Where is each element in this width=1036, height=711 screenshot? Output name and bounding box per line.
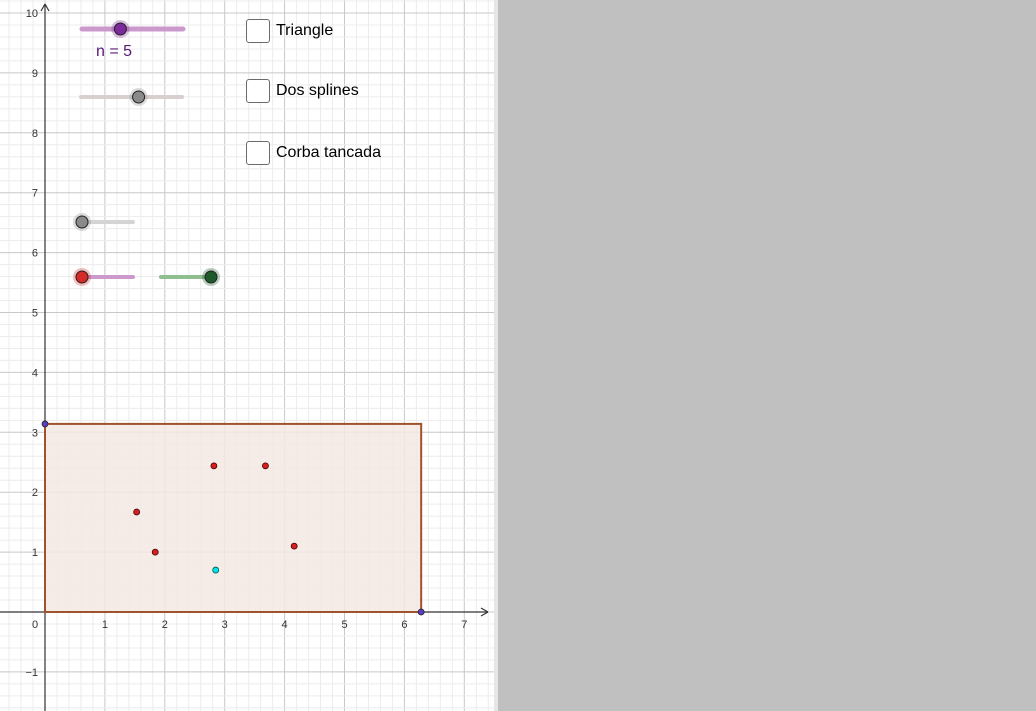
x-tick-label: 0 [32,619,38,631]
y-tick-label: 3 [32,427,38,439]
red-slider-knob[interactable] [75,270,89,284]
red-point[interactable] [262,462,269,470]
checkbox-corba-tancada[interactable]: Corba tancada [246,139,381,167]
red-point[interactable] [210,462,218,470]
checkbox-triangle[interactable]: Triangle [246,17,333,45]
corner-point[interactable] [417,608,425,616]
y-tick-label: 8 [32,128,38,140]
checkbox-triangle-box[interactable] [246,19,270,43]
checkbox-dos-splines-label[interactable]: Dos splines [276,82,359,100]
grey-slider-middle-knob[interactable] [75,215,89,229]
rectangle-region[interactable] [44,422,423,613]
coordinate-plane[interactable]: 0 1 2 3 4 5 6 7 −1 1 2 3 4 5 6 7 8 9 10 [0,0,494,711]
graphics-view[interactable]: 0 1 2 3 4 5 6 7 −1 1 2 3 4 5 6 7 8 9 10 n = 5 Triangle Dos… [0,0,494,711]
y-tick-label: 2 [32,487,38,499]
geogebra-app: 0 1 2 3 4 5 6 7 −1 1 2 3 4 5 6 7 8 9 10 n = 5 Triangle Dos… [0,0,1036,711]
checkbox-triangle-label[interactable]: Triangle [276,22,333,40]
x-tick-label: 2 [162,619,168,631]
x-tick-label: 1 [102,619,108,631]
checkbox-dos-splines-box[interactable] [246,79,270,103]
slider-n-caption: n = 5 [96,43,133,60]
y-tick-label: −1 [25,667,38,679]
y-tick-label: 1 [32,547,38,559]
green-slider-knob[interactable] [204,270,218,284]
x-tick-label: 7 [461,619,467,631]
y-tick-label: 5 [32,308,38,320]
y-tick-label: 10 [26,8,38,20]
checkbox-corba-tancada-label[interactable]: Corba tancada [276,144,381,162]
checkbox-corba-tancada-box[interactable] [246,141,270,165]
cyan-point[interactable] [212,566,220,574]
red-point[interactable] [133,508,141,516]
graphics-view-2[interactable] [498,0,1036,711]
red-point[interactable] [151,548,159,556]
red-point[interactable] [290,542,298,550]
x-tick-label: 5 [341,619,347,631]
y-tick-label: 6 [32,248,38,260]
slider-n-knob[interactable] [113,22,127,36]
checkbox-dos-splines[interactable]: Dos splines [246,77,359,105]
x-tick-label: 3 [222,619,228,631]
y-tick-label: 4 [32,367,38,379]
y-tick-label: 9 [32,68,38,80]
corner-point[interactable] [41,420,49,428]
y-tick-label: 7 [32,188,38,200]
x-tick-label: 6 [401,619,407,631]
x-tick-label: 4 [282,619,288,631]
grey-slider-top-knob[interactable] [132,90,146,104]
